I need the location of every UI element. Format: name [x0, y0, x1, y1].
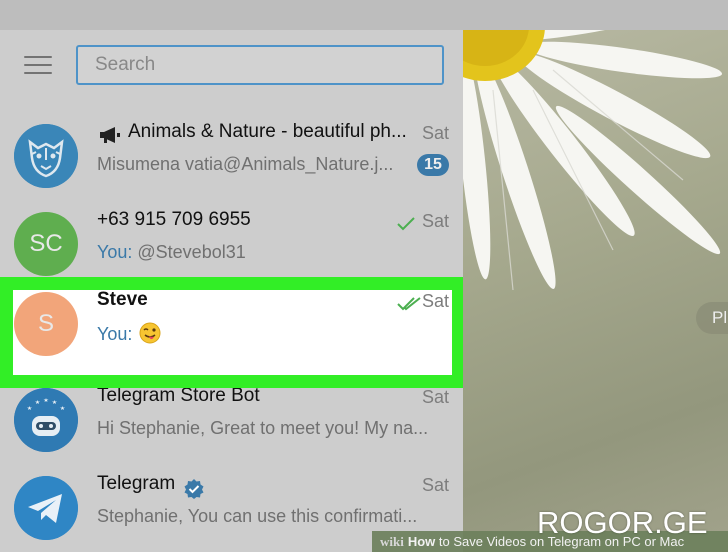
telegram-logo-icon — [14, 476, 78, 540]
caption-how: How — [407, 534, 436, 549]
chat-time: Sat — [421, 475, 449, 495]
chat-name: Telegram — [97, 473, 176, 494]
chat-item-phone-number[interactable]: SC +63 915 709 6955 Sat You: @Stevebol31 — [0, 199, 463, 287]
chat-time: Sat — [421, 291, 449, 311]
winking-tongue-emoji-icon — [139, 322, 161, 344]
selected-chat-highlight: S Steve Sat You: — [0, 277, 465, 388]
double-check-icon — [397, 297, 421, 311]
wiki-logo: wiki — [380, 534, 404, 549]
you-label: You: — [97, 324, 133, 344]
chat-preview: Hi Stephanie, Great to meet you! My na..… — [97, 418, 429, 438]
chat-time: Sat — [421, 123, 449, 143]
avatar: S — [14, 292, 78, 356]
daisy-flower-icon — [463, 30, 723, 291]
chat-name: Telegram Store Bot — [97, 385, 260, 406]
chat-item-animals-nature[interactable]: Animals & Nature - beautiful ph... Sat M… — [0, 111, 463, 199]
chat-name: Animals & Nature - beautiful ph... — [128, 121, 407, 142]
tiger-avatar-icon — [14, 124, 78, 188]
chat-name: Steve — [97, 289, 148, 310]
window-top-bar — [0, 0, 728, 30]
hamburger-menu-icon[interactable] — [24, 56, 52, 76]
robot-avatar-icon — [14, 388, 78, 452]
chat-background-image: Pl — [463, 30, 728, 552]
you-label: You: — [97, 242, 133, 262]
unread-badge: 15 — [417, 154, 449, 176]
avatar: SC — [14, 212, 78, 276]
chat-preview: Misumena vatia@Animals_Nature.j... — [97, 154, 394, 174]
chat-item-telegram-store-bot[interactable]: Telegram Store Bot Sat Hi Stephanie, Gre… — [0, 375, 463, 463]
chat-preview: @Stevebol31 — [132, 242, 246, 262]
megaphone-icon — [100, 127, 120, 143]
chat-preview: Stephanie, You can use this confirmati..… — [97, 506, 418, 526]
chat-name: +63 915 709 6955 — [97, 209, 251, 230]
chat-item-steve[interactable]: S Steve Sat You: — [0, 279, 463, 367]
search-input[interactable] — [76, 45, 444, 85]
date-pill: Pl — [696, 302, 728, 334]
chat-time: Sat — [421, 387, 449, 407]
rogor-watermark: ROGOR.GE — [537, 505, 708, 540]
verified-badge-icon — [184, 479, 204, 499]
chat-time: Sat — [421, 211, 449, 231]
single-check-icon — [397, 217, 415, 231]
